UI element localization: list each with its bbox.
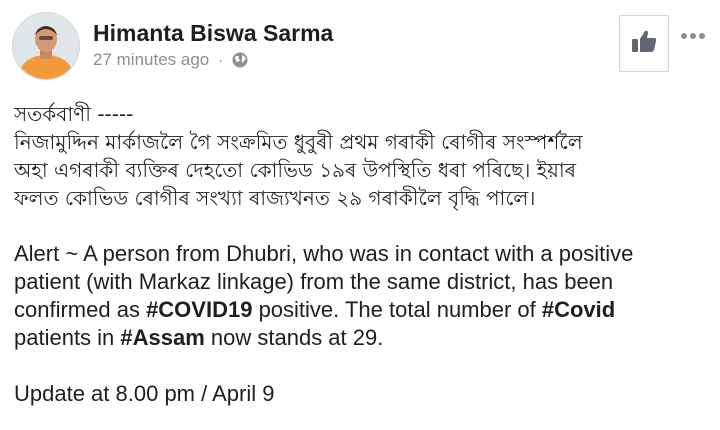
- english-line-3-post: positive. The total number of: [252, 297, 542, 322]
- english-line-4: patients in #Assam now stands at 29.: [14, 324, 714, 352]
- assamese-line-3: ফলত কোভিড ৰোগীৰ সংখ্যা ৰাজ্যখনত ২৯ গৰাকী…: [14, 186, 536, 210]
- assamese-line-1: নিজামুদ্দিন মাৰ্কাজলৈ গৈ সংক্ৰমিত ধুবুৰী…: [14, 130, 583, 154]
- assamese-heading: সতৰ্কবাণী -----: [14, 102, 134, 126]
- thumbs-up-icon: [631, 29, 657, 58]
- meta-separator: ·: [218, 52, 223, 68]
- post-timestamp[interactable]: 27 minutes ago: [93, 50, 209, 70]
- english-line-1: Alert ~ A person from Dhubri, who was in…: [14, 241, 634, 266]
- hashtag-covid19[interactable]: #COVID19: [146, 297, 252, 322]
- english-line-4-pre: patients in: [14, 325, 121, 350]
- hashtag-covid[interactable]: #Covid: [542, 297, 615, 322]
- english-line-2: patient (with Markaz linkage) from the s…: [14, 269, 614, 294]
- update-line: Update at 8.00 pm / April 9: [14, 381, 275, 406]
- post-author-name[interactable]: Himanta Biswa Sarma: [93, 20, 333, 47]
- facebook-post: Himanta Biswa Sarma 27 minutes ago · সতৰ…: [0, 0, 720, 430]
- english-line-4-post: now stands at 29.: [204, 325, 384, 350]
- post-meta: 27 minutes ago ·: [93, 50, 249, 70]
- english-line-3: confirmed as #COVID19 positive. The tota…: [14, 296, 714, 324]
- like-button[interactable]: [619, 15, 669, 72]
- hashtag-assam[interactable]: #Assam: [120, 325, 204, 350]
- english-line-3-pre: confirmed as: [14, 297, 147, 322]
- post-header: Himanta Biswa Sarma 27 minutes ago ·: [12, 12, 710, 82]
- globe-icon[interactable]: [231, 51, 249, 69]
- avatar[interactable]: [12, 12, 80, 80]
- more-options-button[interactable]: [678, 26, 708, 46]
- post-body: সতৰ্কবাণী ----- নিজামুদ্দিন মাৰ্কাজলৈ গৈ…: [14, 100, 714, 408]
- assamese-line-2: অহা এগৰাকী ব্যক্তিৰ দেহতো কোভিড ১৯ৰ উপস্…: [14, 158, 576, 182]
- more-dots-icon: [680, 27, 706, 45]
- avatar-image: [13, 13, 79, 79]
